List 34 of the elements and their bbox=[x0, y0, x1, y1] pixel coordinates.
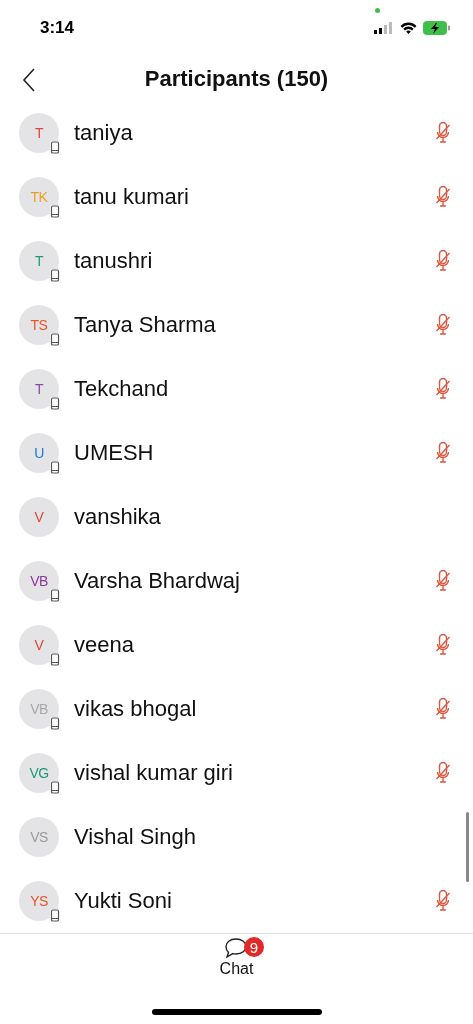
avatar: VB bbox=[19, 689, 59, 729]
indicator-dot bbox=[375, 8, 380, 13]
status-time: 3:14 bbox=[40, 18, 75, 38]
participant-name: taniya bbox=[74, 120, 134, 146]
avatar: TS bbox=[19, 305, 59, 345]
wifi-icon bbox=[400, 22, 417, 34]
avatar: U bbox=[19, 433, 59, 473]
participant-name: UMESH bbox=[74, 440, 155, 466]
avatar: VG bbox=[19, 753, 59, 793]
battery-charging-icon bbox=[423, 21, 451, 35]
participant-name: vikas bhogal bbox=[74, 696, 198, 722]
avatar: VB bbox=[19, 561, 59, 601]
avatar: YS bbox=[19, 881, 59, 921]
participant-name: veena bbox=[74, 632, 135, 658]
signal-icon bbox=[374, 22, 394, 34]
screen-title: Participants (150) bbox=[144, 65, 329, 92]
unread-badge: 9 bbox=[244, 937, 264, 957]
participant-name: vanshika bbox=[74, 504, 162, 530]
scroll-bar bbox=[466, 812, 469, 882]
participant-name: Varsha Bhardwaj bbox=[74, 568, 241, 594]
participant-name: tanushri bbox=[74, 248, 154, 274]
avatar: T bbox=[19, 369, 59, 409]
participant-name: Tekchand bbox=[74, 376, 170, 402]
avatar: V bbox=[19, 497, 59, 537]
avatar: T bbox=[19, 113, 59, 153]
participant-name: tanu kumari bbox=[74, 184, 190, 210]
participant-name: Tanya Sharma bbox=[74, 312, 217, 338]
avatar: VS bbox=[19, 817, 59, 857]
avatar: V bbox=[19, 625, 59, 665]
participant-name: Vishal Singh bbox=[74, 824, 197, 850]
participant-name: Yukti Soni bbox=[74, 888, 173, 914]
avatar: T bbox=[19, 241, 59, 281]
participant-name: vishal kumar giri bbox=[74, 760, 234, 786]
avatar: TK bbox=[19, 177, 59, 217]
